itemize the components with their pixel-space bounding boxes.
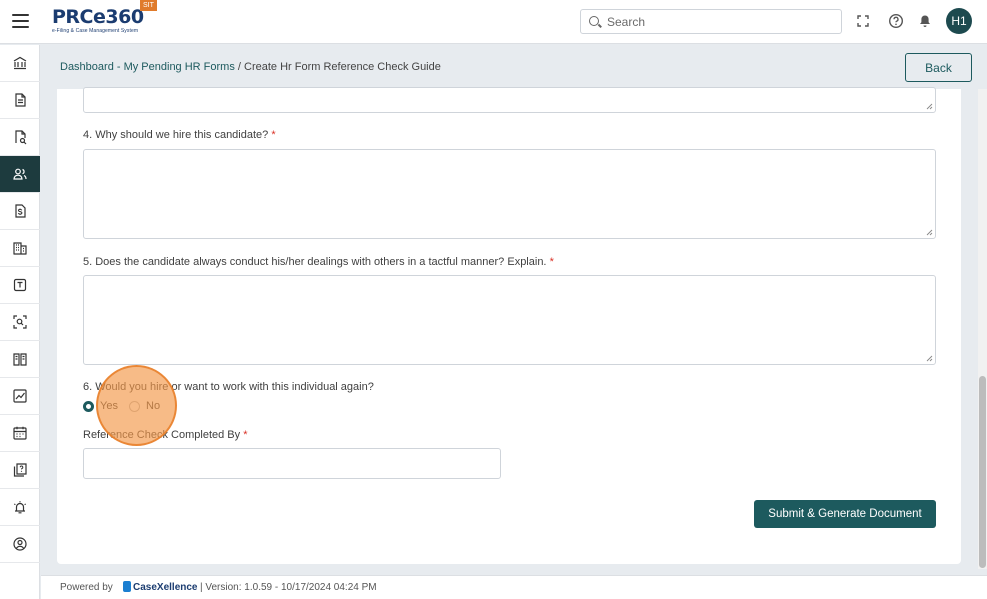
resize-grip-icon xyxy=(926,355,933,362)
q4-label-text: 4. Why should we hire this candidate? xyxy=(83,129,269,141)
submit-generate-document-button[interactable]: Submit & Generate Document xyxy=(754,500,936,528)
sidebar-item-templates[interactable] xyxy=(0,267,40,304)
profile-icon xyxy=(13,537,27,551)
sidebar-item-profile[interactable] xyxy=(0,526,40,563)
env-badge: SIT xyxy=(140,0,157,11)
sidebar-item-organization[interactable] xyxy=(0,230,40,267)
document-search-icon xyxy=(15,130,27,145)
required-mark: * xyxy=(243,429,248,441)
bank-icon xyxy=(13,56,27,70)
page-header: Dashboard - My Pending HR Forms / Create… xyxy=(41,45,987,89)
q5-textarea[interactable] xyxy=(83,275,936,365)
q6-option-yes-label[interactable]: Yes xyxy=(100,400,118,412)
template-icon xyxy=(13,278,27,292)
footer-brand: CaseXellence xyxy=(123,581,198,593)
casexellence-logo-icon xyxy=(123,581,131,592)
q6-radio-no[interactable] xyxy=(129,401,140,412)
search-icon xyxy=(589,16,599,26)
book-icon xyxy=(13,353,27,366)
users-icon xyxy=(13,168,27,180)
required-mark: * xyxy=(549,256,554,268)
scrollbar-thumb[interactable] xyxy=(979,376,986,568)
dollar-document-icon xyxy=(15,204,26,218)
footer-powered-by: Powered by xyxy=(60,582,113,593)
form-card: 4. Why should we hire this candidate? * … xyxy=(57,87,961,564)
sidebar-item-scan[interactable] xyxy=(0,304,40,341)
hamburger-menu-icon[interactable] xyxy=(12,14,29,28)
top-bar: PRCe360 e-Filing & Case Management Syste… xyxy=(0,0,987,44)
footer: Powered by CaseXellence | Version: 1.0.5… xyxy=(41,575,987,599)
breadcrumb-current: Create Hr Form Reference Check Guide xyxy=(244,61,441,73)
chart-icon xyxy=(13,389,27,403)
document-icon xyxy=(15,93,26,107)
logo-subtitle: e-Filing & Case Management System xyxy=(52,28,139,34)
q4-textarea[interactable] xyxy=(83,149,936,239)
sidebar-item-users[interactable] xyxy=(0,156,40,193)
sidebar-item-bank[interactable] xyxy=(0,45,40,82)
footer-brand-name: CaseXellence xyxy=(133,582,198,593)
alarm-icon xyxy=(14,501,26,514)
scan-icon xyxy=(13,315,27,329)
sidebar xyxy=(0,45,40,599)
q3-textarea[interactable] xyxy=(83,87,936,113)
sidebar-item-document-search[interactable] xyxy=(0,119,40,156)
resize-grip-icon xyxy=(926,229,933,236)
q6-radio-yes[interactable] xyxy=(83,401,94,412)
sidebar-item-reports[interactable] xyxy=(0,378,40,415)
sidebar-item-help-docs[interactable] xyxy=(0,452,40,489)
required-mark: * xyxy=(271,129,276,141)
completed-by-label-text: Reference Check Completed By xyxy=(83,429,241,441)
completed-by-label: Reference Check Completed By * xyxy=(83,429,247,441)
breadcrumb: Dashboard - My Pending HR Forms / Create… xyxy=(60,61,441,73)
breadcrumb-link-pending-hr-forms[interactable]: Dashboard - My Pending HR Forms xyxy=(60,61,235,73)
fullscreen-icon[interactable] xyxy=(855,13,871,29)
sidebar-item-calendar[interactable] xyxy=(0,415,40,452)
q4-label: 4. Why should we hire this candidate? * xyxy=(83,129,276,141)
help-icon[interactable] xyxy=(888,13,904,29)
resize-grip-icon xyxy=(926,103,933,110)
app-logo[interactable]: PRCe360 e-Filing & Case Management Syste… xyxy=(52,6,144,38)
user-avatar[interactable]: H1 xyxy=(946,8,972,34)
search-box[interactable] xyxy=(580,9,842,34)
q6-option-no-label[interactable]: No xyxy=(146,400,160,412)
back-button[interactable]: Back xyxy=(905,53,972,82)
q5-label-text: 5. Does the candidate always conduct his… xyxy=(83,256,547,268)
breadcrumb-separator: / xyxy=(234,61,245,73)
sidebar-item-billing[interactable] xyxy=(0,193,40,230)
logo-text: PRCe360 xyxy=(52,6,144,28)
search-input[interactable] xyxy=(607,13,832,30)
sidebar-item-alerts[interactable] xyxy=(0,489,40,526)
help-document-icon xyxy=(13,463,27,477)
q6-label: 6. Would you hire or want to work with t… xyxy=(83,381,374,393)
q5-label: 5. Does the candidate always conduct his… xyxy=(83,256,554,268)
notification-bell-icon[interactable] xyxy=(917,13,933,29)
completed-by-input[interactable] xyxy=(83,448,501,479)
building-icon xyxy=(13,242,27,255)
calendar-icon xyxy=(13,426,27,440)
sidebar-item-library[interactable] xyxy=(0,341,40,378)
footer-version: | Version: 1.0.59 - 10/17/2024 04:24 PM xyxy=(200,582,377,593)
sidebar-item-documents[interactable] xyxy=(0,82,40,119)
